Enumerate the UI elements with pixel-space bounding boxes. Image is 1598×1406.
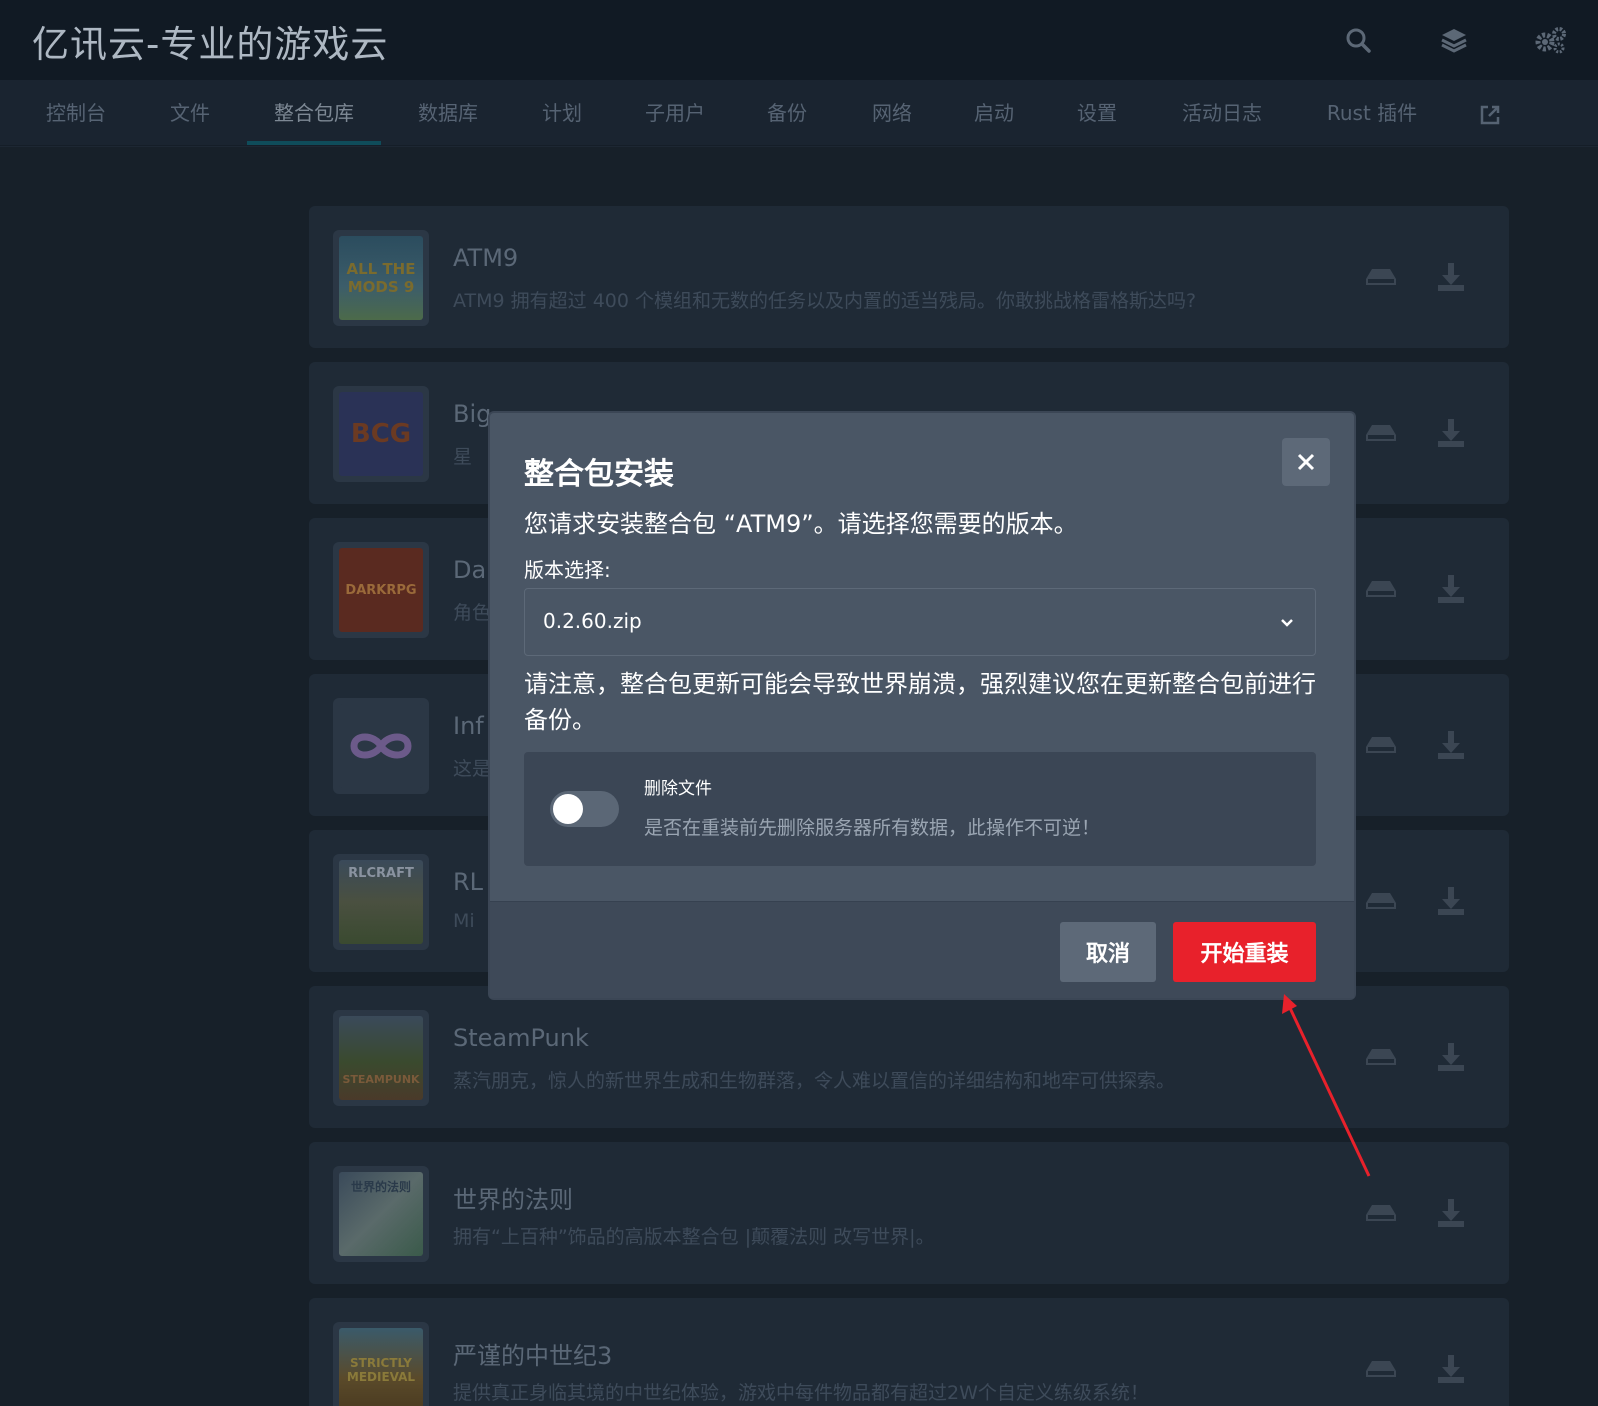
modpack-thumbnail: BCG (333, 386, 429, 482)
thumb-logo-text: DARKRPG (345, 582, 417, 598)
hard-drive-icon[interactable] (1363, 727, 1399, 763)
close-icon (1297, 453, 1315, 471)
brand-title: 亿讯云-专业的游戏云 (32, 23, 389, 66)
modpack-thumbnail: ALL THE MODS 9 (333, 230, 429, 326)
top-icons (1310, 0, 1598, 80)
hard-drive-icon[interactable] (1363, 259, 1399, 295)
modpack-thumbnail: STRICTLY MEDIEVAL (333, 1322, 429, 1406)
tab-settings[interactable]: 设置 (1055, 80, 1139, 146)
download-icon[interactable] (1433, 571, 1469, 607)
modpack-description: 提供真正身临其境的中世纪体验，游戏中每件物品都有超过2W个自定义练级系统！ (453, 1382, 1149, 1404)
version-select[interactable]: 0.2.60.zip (524, 588, 1316, 656)
dialog-body: 整合包安装 您请求安装整合包 “ATM9”。请选择您需要的版本。 版本选择: 0… (490, 413, 1354, 901)
delete-files-toggle[interactable] (550, 791, 619, 827)
delete-files-option: 删除文件 是否在重装前先删除服务器所有数据，此操作不可逆！ (524, 752, 1316, 866)
backup-warning: 请注意，整合包更新可能会导致世界崩溃，强烈建议您在更新整合包前进行备份。 (524, 670, 1316, 734)
dialog-description: 您请求安装整合包 “ATM9”。请选择您需要的版本。 (524, 510, 1078, 538)
modpack-description: 角色 (453, 602, 492, 624)
modpack-description: 拥有“上百种”饰品的高版本整合包 |颠覆法则 改写世界|。 (453, 1226, 935, 1248)
modpack-description: 星 (453, 446, 473, 468)
modpack-thumbnail: DARKRPG (333, 542, 429, 638)
delete-files-description: 是否在重装前先删除服务器所有数据，此操作不可逆！ (644, 817, 1101, 839)
layers-icon[interactable] (1406, 0, 1502, 80)
tab-files[interactable]: 文件 (150, 80, 230, 146)
tab-modpacks[interactable]: 整合包库 (247, 80, 381, 146)
infinity-icon (350, 733, 412, 759)
modpack-description: 这是 (453, 758, 492, 780)
modpack-card: ALL THE MODS 9 ATM9 ATM9 拥有超过 400 个模组和无数… (309, 206, 1509, 348)
tab-subusers[interactable]: 子用户 (625, 80, 725, 146)
download-icon[interactable] (1433, 883, 1469, 919)
hard-drive-icon[interactable] (1363, 1039, 1399, 1075)
download-icon[interactable] (1433, 1039, 1469, 1075)
hard-drive-icon[interactable] (1363, 571, 1399, 607)
hard-drive-icon[interactable] (1363, 1195, 1399, 1231)
modpack-description: 蒸汽朋克，惊人的新世界生成和生物群落，令人难以置信的详细结构和地牢可供探索。 (453, 1070, 1176, 1092)
toggle-knob (553, 794, 583, 824)
cancel-button[interactable]: 取消 (1060, 922, 1156, 982)
tab-activity-log[interactable]: 活动日志 (1162, 80, 1282, 146)
start-reinstall-button[interactable]: 开始重装 (1173, 922, 1316, 982)
install-modpack-dialog: 整合包安装 您请求安装整合包 “ATM9”。请选择您需要的版本。 版本选择: 0… (490, 413, 1354, 998)
search-icon[interactable] (1310, 0, 1406, 80)
thumb-logo-text: STRICTLY MEDIEVAL (346, 1356, 416, 1384)
dialog-title: 整合包安装 (524, 457, 674, 492)
modpack-title: Inf (453, 712, 484, 740)
close-button[interactable] (1282, 438, 1330, 486)
tab-rust-plugins[interactable]: Rust 插件 (1310, 80, 1434, 146)
modpack-title: 世界的法则 (453, 1186, 573, 1214)
top-bar: 亿讯云-专业的游戏云 (0, 0, 1598, 80)
modpack-title: Da (453, 556, 487, 584)
thumb-logo-text: ALL THE MODS 9 (346, 260, 416, 296)
delete-files-label: 删除文件 (644, 779, 712, 799)
tab-console[interactable]: 控制台 (28, 80, 124, 146)
modpack-card: STEAMPUNK SteamPunk 蒸汽朋克，惊人的新世界生成和生物群落，令… (309, 986, 1509, 1128)
dialog-footer: 取消 开始重装 (490, 901, 1354, 998)
modpack-description: Mi (453, 910, 475, 932)
download-icon[interactable] (1433, 415, 1469, 451)
hard-drive-icon[interactable] (1363, 883, 1399, 919)
tab-startup[interactable]: 启动 (952, 80, 1036, 146)
download-icon[interactable] (1433, 259, 1469, 295)
chevron-down-icon (1277, 613, 1297, 633)
modpack-thumbnail (333, 698, 429, 794)
modpack-title: ATM9 (453, 244, 519, 272)
tab-databases[interactable]: 数据库 (400, 80, 496, 146)
modpack-thumbnail: STEAMPUNK (333, 1010, 429, 1106)
modpack-thumbnail: 世界的法则 (333, 1166, 429, 1262)
modpack-description: ATM9 拥有超过 400 个模组和无数的任务以及内置的适当残局。你敢挑战格雷格… (453, 290, 1197, 312)
hard-drive-icon[interactable] (1363, 1351, 1399, 1387)
thumb-logo-text: BCG (350, 419, 412, 449)
thumb-logo-text: STEAMPUNK (342, 1073, 420, 1086)
modpack-title: 严谨的中世纪3 (453, 1342, 613, 1370)
download-icon[interactable] (1433, 1195, 1469, 1231)
thumb-logo-text: RLCRAFT (348, 866, 414, 881)
modpack-card: STRICTLY MEDIEVAL 严谨的中世纪3 提供真正身临其境的中世纪体验… (309, 1298, 1509, 1406)
version-label: 版本选择: (524, 558, 611, 582)
version-select-value: 0.2.60.zip (543, 609, 642, 633)
download-icon[interactable] (1433, 1351, 1469, 1387)
modpack-thumbnail: RLCRAFT (333, 854, 429, 950)
external-link-icon[interactable] (1465, 80, 1515, 146)
tab-schedules[interactable]: 计划 (520, 80, 604, 146)
download-icon[interactable] (1433, 727, 1469, 763)
modpack-title: RL (453, 868, 484, 896)
tab-network[interactable]: 网络 (850, 80, 934, 146)
nav-bar: 控制台 文件 整合包库 数据库 计划 子用户 备份 网络 启动 设置 活动日志 … (0, 80, 1598, 146)
tab-backups[interactable]: 备份 (745, 80, 829, 146)
thumb-logo-text: 世界的法则 (350, 1180, 411, 1194)
active-tab-indicator (247, 141, 381, 145)
modpack-title: SteamPunk (453, 1024, 589, 1052)
gears-icon[interactable] (1502, 0, 1598, 80)
hard-drive-icon[interactable] (1363, 415, 1399, 451)
modpack-card: 世界的法则 世界的法则 拥有“上百种”饰品的高版本整合包 |颠覆法则 改写世界|… (309, 1142, 1509, 1284)
modpack-title: Big (453, 400, 492, 428)
